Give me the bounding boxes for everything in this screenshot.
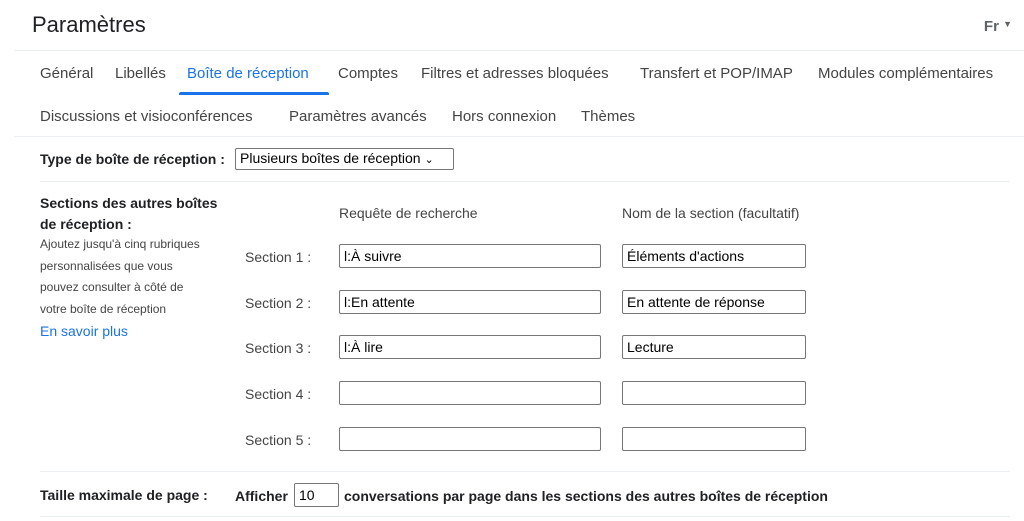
sections-title-2: de réception : <box>40 216 132 232</box>
inbox-type-label: Type de boîte de réception : <box>40 151 225 167</box>
tab-7[interactable]: Discussions et visioconférences <box>40 108 253 125</box>
divider <box>40 516 1010 517</box>
section-label: Section 2 : <box>245 295 312 311</box>
divider <box>14 136 1024 137</box>
divider <box>14 50 1024 51</box>
page-size-label: Taille maximale de page : <box>40 487 208 503</box>
section-query-input[interactable] <box>339 381 601 405</box>
section-name-input[interactable]: Éléments d'actions <box>622 244 806 268</box>
learn-more-link[interactable]: En savoir plus <box>40 323 128 339</box>
tab-0[interactable]: Général <box>40 65 93 82</box>
section-label: Section 3 : <box>245 340 312 356</box>
section-label: Section 5 : <box>245 432 312 448</box>
page-size-suffix: conversations par page dans les sections… <box>344 488 828 504</box>
divider <box>40 471 1010 472</box>
divider <box>40 181 1010 182</box>
tab-9[interactable]: Hors connexion <box>452 108 556 125</box>
help-line: personnalisées que vous <box>40 258 173 273</box>
page-size-input[interactable]: 10 <box>294 483 339 507</box>
sections-help: Ajoutez jusqu'à cinq rubriques personnal… <box>40 234 230 320</box>
section-label: Section 1 : <box>245 249 312 265</box>
tab-4[interactable]: Filtres et adresses bloquées <box>421 65 609 82</box>
sections-title: Sections des autres boîtes <box>40 195 218 211</box>
page-size-prefix: Afficher <box>235 488 288 504</box>
tab-5[interactable]: Transfert et POP/IMAP <box>640 65 793 82</box>
name-column-header: Nom de la section (facultatif) <box>622 205 800 221</box>
tab-10[interactable]: Thèmes <box>581 108 635 125</box>
section-name-input[interactable] <box>622 427 806 451</box>
section-label: Section 4 : <box>245 386 312 402</box>
tab-8[interactable]: Paramètres avancés <box>289 108 427 125</box>
help-line: pouvez consulter à côté de <box>40 280 184 294</box>
section-name-input[interactable]: Lecture <box>622 335 806 359</box>
help-line: Ajoutez jusqu'à cinq rubriques <box>40 237 200 251</box>
caret-down-icon: ▼ <box>1003 19 1012 29</box>
inbox-type-value: Plusieurs boîtes de réception <box>240 150 421 166</box>
section-query-input[interactable]: l:À suivre <box>339 244 601 268</box>
active-tab-indicator <box>179 92 329 95</box>
section-name-input[interactable]: En attente de réponse <box>622 290 806 314</box>
chevron-down-icon: ⌄ <box>424 154 434 166</box>
section-query-input[interactable]: l:En attente <box>339 290 601 314</box>
language-label: Fr <box>983 18 999 35</box>
help-line: votre boîte de réception <box>40 301 167 316</box>
tab-6[interactable]: Modules complémentaires <box>818 65 993 82</box>
section-query-input[interactable] <box>339 427 601 451</box>
language-selector[interactable]: Fr ▼ <box>984 18 1012 35</box>
query-column-header: Requête de recherche <box>339 205 478 221</box>
section-query-input[interactable]: l:À lire <box>339 335 601 359</box>
page-title: Paramètres <box>32 12 146 37</box>
inbox-type-select[interactable]: Plusieurs boîtes de réception ⌄ <box>235 148 454 170</box>
section-name-input[interactable] <box>622 381 806 405</box>
tab-3[interactable]: Comptes <box>338 65 398 82</box>
tab-1[interactable]: Libellés <box>115 65 166 82</box>
tab-2[interactable]: Boîte de réception <box>187 65 309 82</box>
